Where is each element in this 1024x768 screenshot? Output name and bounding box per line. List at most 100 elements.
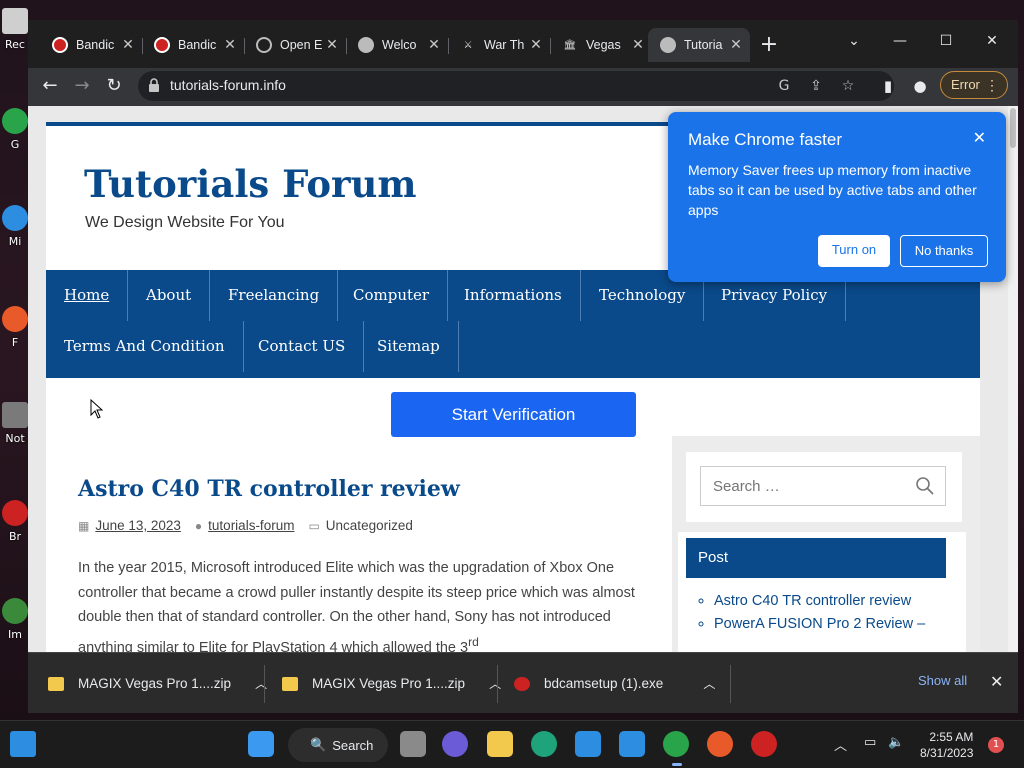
share-icon[interactable]: ⇪: [806, 76, 826, 96]
desktop-icon-bandicam[interactable]: Br: [0, 500, 30, 556]
clock[interactable]: 2:55 AM 8/31/2023: [920, 729, 973, 761]
menu-dots-icon[interactable]: ⋮: [985, 72, 999, 98]
post-title[interactable]: Astro C40 TR controller review: [78, 476, 460, 502]
side-panel-icon[interactable]: ▮: [876, 74, 900, 98]
url-text[interactable]: tutorials-forum.info: [170, 77, 286, 93]
chevron-up-icon[interactable]: ︿: [489, 675, 501, 692]
profile-error-button[interactable]: Error ⋮: [940, 71, 1008, 99]
widgets-icon[interactable]: [10, 731, 36, 757]
close-tab-icon[interactable]: ✕: [118, 37, 138, 53]
volume-icon[interactable]: 🔈: [888, 735, 904, 750]
nav-home[interactable]: Home: [46, 270, 129, 321]
folder-icon: ▭: [308, 518, 320, 533]
edge-icon[interactable]: [531, 731, 557, 757]
tab-war[interactable]: ⚔ War Th ✕: [448, 28, 550, 62]
nav-terms[interactable]: Terms And Condition: [46, 321, 244, 372]
globe-icon: [256, 37, 272, 53]
close-tab-icon[interactable]: ✕: [526, 37, 546, 53]
post-category[interactable]: Uncategorized: [326, 518, 413, 533]
turn-on-button[interactable]: Turn on: [818, 235, 890, 267]
bandicam-icon[interactable]: [751, 731, 777, 757]
mouse-cursor-icon: [90, 399, 104, 419]
show-all-link[interactable]: Show all: [918, 673, 967, 688]
no-thanks-button[interactable]: No thanks: [900, 235, 988, 267]
store-icon[interactable]: [575, 731, 601, 757]
google-icon[interactable]: G: [774, 76, 794, 96]
download-item[interactable]: MAGIX Vegas Pro 1....zip ︿: [48, 653, 267, 713]
recycle-bin-icon: [2, 8, 28, 34]
post-link[interactable]: PowerA FUSION Pro 2 Review –: [714, 613, 958, 636]
post-link[interactable]: Astro C40 TR controller review: [714, 590, 958, 613]
chat-icon[interactable]: [442, 731, 468, 757]
file-explorer-icon[interactable]: [487, 731, 513, 757]
forward-button[interactable]: →: [68, 72, 96, 100]
chevron-up-icon[interactable]: ︿: [834, 735, 847, 754]
desktop-icon-notepad[interactable]: Not: [0, 402, 30, 458]
close-tab-icon[interactable]: ✕: [726, 37, 746, 53]
nav-about[interactable]: About: [128, 270, 211, 321]
popup-body: Memory Saver frees up memory from inacti…: [688, 162, 977, 218]
chevron-up-icon[interactable]: ︿: [703, 675, 715, 692]
close-icon[interactable]: ✕: [973, 128, 986, 148]
tab-search-chevron-icon[interactable]: ⌄: [834, 26, 874, 56]
desktop-icon-recycle-bin[interactable]: Rec: [0, 8, 30, 64]
taskbar-search-button[interactable]: 🔍 Search: [288, 728, 388, 762]
sidebar: Post Astro C40 TR controller review Powe…: [672, 436, 980, 652]
profile-icon[interactable]: ●: [908, 74, 932, 98]
download-item[interactable]: MAGIX Vegas Pro 1....zip ︿: [282, 653, 501, 713]
zip-icon: [282, 676, 298, 691]
nav-contact[interactable]: Contact US: [240, 321, 365, 372]
post-list: Astro C40 TR controller review PowerA FU…: [686, 590, 958, 636]
nav-sitemap[interactable]: Sitemap: [359, 321, 459, 372]
nav-computer[interactable]: Computer: [335, 270, 449, 321]
bookmark-star-icon[interactable]: ☆: [838, 76, 858, 96]
site-title[interactable]: Tutorials Forum: [84, 162, 417, 206]
image-icon: [2, 598, 28, 624]
tab-bandicam-1[interactable]: Bandic ✕: [40, 28, 142, 62]
close-tab-icon[interactable]: ✕: [322, 37, 342, 53]
chevron-up-icon[interactable]: ︿: [255, 675, 267, 692]
task-view-icon[interactable]: [400, 731, 426, 757]
address-bar[interactable]: tutorials-forum.info G ⇪ ☆: [138, 71, 894, 101]
search-input[interactable]: [701, 467, 901, 505]
start-icon[interactable]: [248, 731, 274, 757]
network-icon[interactable]: ▭: [864, 735, 876, 750]
search-widget: [686, 452, 962, 522]
tab-vegas[interactable]: 🏛 Vegas ✕: [550, 28, 652, 62]
notification-badge[interactable]: 1: [988, 737, 1004, 753]
chrome-icon[interactable]: [663, 731, 689, 757]
tab-welcome[interactable]: Welco ✕: [346, 28, 448, 62]
start-verification-button[interactable]: Start Verification: [391, 392, 636, 437]
desktop-icon-chrome[interactable]: G: [0, 108, 30, 164]
desktop-icon-edge[interactable]: Mi: [0, 205, 30, 261]
record-icon: [52, 37, 68, 53]
search-icon[interactable]: [915, 476, 935, 496]
close-window-button[interactable]: ✕: [972, 26, 1012, 56]
maximize-button[interactable]: ☐: [926, 26, 966, 56]
back-button[interactable]: ←: [36, 72, 64, 100]
new-tab-button[interactable]: +: [758, 34, 780, 56]
minimize-button[interactable]: —: [880, 26, 920, 56]
nav-freelancing[interactable]: Freelancing: [210, 270, 339, 321]
download-item[interactable]: bdcamsetup (1).exe ︿: [514, 653, 715, 713]
nav-informations[interactable]: Informations: [446, 270, 581, 321]
chrome-window: Bandic ✕ Bandic ✕ Open E ✕ Welco ✕ ⚔ War…: [28, 20, 1018, 713]
post-date[interactable]: June 13, 2023: [95, 518, 181, 533]
desktop-icon-image[interactable]: Im: [0, 598, 30, 654]
close-icon[interactable]: ✕: [990, 672, 1003, 691]
mail-icon[interactable]: [619, 731, 645, 757]
scrollbar-thumb[interactable]: [1010, 108, 1016, 148]
close-tab-icon[interactable]: ✕: [628, 37, 648, 53]
close-tab-icon[interactable]: ✕: [220, 37, 240, 53]
edge-icon: [2, 205, 28, 231]
tab-tutorials-active[interactable]: Tutoria ✕: [648, 28, 750, 62]
firefox-icon[interactable]: [707, 731, 733, 757]
tab-open[interactable]: Open E ✕: [244, 28, 346, 62]
page-scrollbar[interactable]: [1008, 106, 1018, 652]
post-author[interactable]: tutorials-forum: [208, 518, 294, 533]
close-tab-icon[interactable]: ✕: [424, 37, 444, 53]
desktop-icon-firefox[interactable]: F: [0, 306, 30, 362]
reload-button[interactable]: ↻: [100, 72, 128, 100]
tab-bandicam-2[interactable]: Bandic ✕: [142, 28, 244, 62]
chrome-running-indicator: [672, 763, 682, 766]
